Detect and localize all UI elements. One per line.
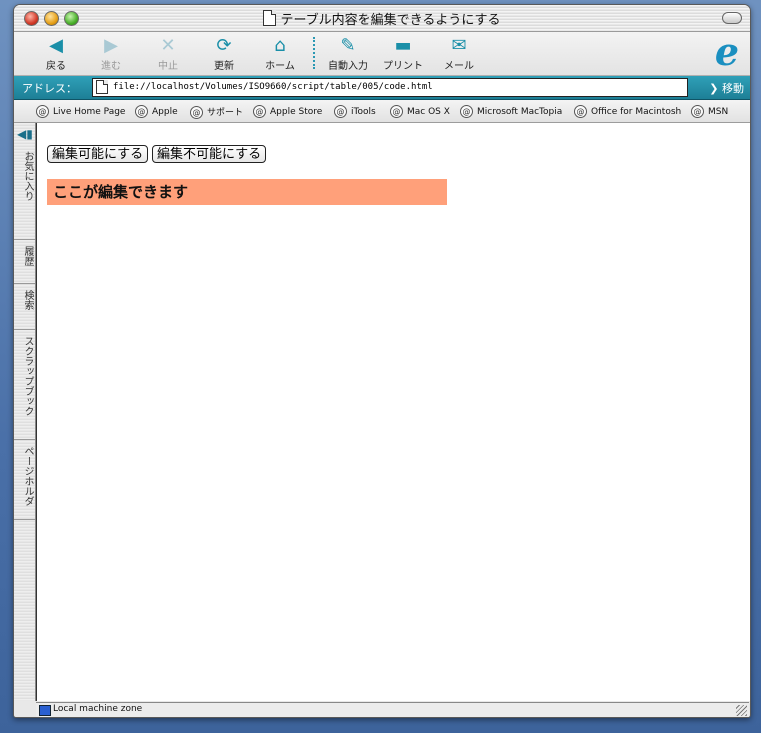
back-button[interactable]: ◀ 戻る — [31, 35, 81, 73]
browser-window: テーブル内容を編集できるようにする ◀ 戻る ▶ 進む ✕ 中止 ⟳ 更新 ⌂ … — [13, 4, 751, 718]
home-icon: ⌂ — [274, 35, 286, 56]
favorite-label: iTools — [351, 107, 376, 117]
home-button[interactable]: ⌂ ホーム — [255, 35, 305, 73]
enable-edit-button[interactable]: 編集可能にする — [47, 145, 149, 163]
favorites-bar: @ Live Home Page @ Apple @ サポート @ Apple Stor… — [14, 100, 750, 123]
back-label: 戻る — [46, 61, 66, 72]
toolbar-separator — [313, 37, 315, 69]
explorer-bar-toggle-icon[interactable]: ◀▮ — [17, 127, 33, 141]
page-document-icon — [96, 80, 108, 94]
favorite-link[interactable]: @ Apple Store — [253, 105, 322, 118]
go-label: 移動 — [722, 82, 744, 95]
at-icon: @ — [190, 106, 203, 119]
tab-search-label: 検索 — [22, 290, 33, 310]
tab-scrapbook[interactable]: スクラップブック — [14, 330, 35, 440]
favorite-link[interactable]: @ Apple — [135, 105, 178, 118]
home-label: ホーム — [265, 61, 295, 72]
resize-grip-icon[interactable] — [736, 705, 747, 716]
address-bar: アドレス： file://localhost/Volumes/ISO9660/s… — [14, 76, 750, 100]
address-url: file://localhost/Volumes/ISO9660/script/… — [113, 82, 433, 92]
favorite-label: Mac OS X — [407, 107, 450, 117]
print-label: プリント — [383, 61, 423, 72]
toolbar: ◀ 戻る ▶ 進む ✕ 中止 ⟳ 更新 ⌂ ホーム ✎ 自動入力 ▬ プリント … — [14, 32, 750, 76]
stop-x-icon: ✕ — [160, 35, 176, 56]
autofill-pen-icon: ✎ — [340, 35, 356, 56]
window-title-wrap: テーブル内容を編集できるようにする — [14, 9, 750, 28]
explorer-bar: ◀▮ お気に入り 履歴 検索 スクラップブック ページホルダ — [14, 123, 36, 701]
refresh-icon: ⟳ — [216, 35, 232, 56]
address-input[interactable]: file://localhost/Volumes/ISO9660/script/… — [92, 78, 688, 97]
stop-label: 中止 — [158, 61, 178, 72]
mail-envelope-icon: ✉ — [451, 35, 467, 56]
favorite-link[interactable]: @ Office for Macintosh — [574, 105, 681, 118]
title-bar[interactable]: テーブル内容を編集できるようにする — [14, 5, 750, 32]
tab-page-holder[interactable]: ページホルダ — [14, 440, 35, 520]
favorite-label: Office for Macintosh — [591, 107, 682, 117]
at-icon: @ — [253, 105, 266, 118]
at-icon: @ — [460, 105, 473, 118]
status-bar: Local machine zone — [36, 702, 749, 717]
collapse-toolbar-button[interactable] — [722, 12, 742, 24]
favorite-link[interactable]: @ iTools — [334, 105, 376, 118]
mail-label: メール — [444, 61, 474, 72]
refresh-button[interactable]: ⟳ 更新 — [199, 35, 249, 73]
back-arrow-icon: ◀ — [49, 35, 63, 56]
go-button[interactable]: ❯ 移動 — [709, 80, 744, 96]
at-icon: @ — [334, 105, 347, 118]
favorite-link[interactable]: @ Microsoft MacTopia — [460, 105, 562, 118]
forward-button[interactable]: ▶ 進む — [86, 35, 136, 73]
autofill-button[interactable]: ✎ 自動入力 — [323, 35, 373, 73]
disable-edit-button[interactable]: 編集不可能にする — [152, 145, 267, 163]
stop-button[interactable]: ✕ 中止 — [143, 35, 193, 73]
tab-scrapbook-label: スクラップブック — [22, 336, 33, 416]
favorite-label: サポート — [207, 108, 244, 118]
forward-label: 進む — [101, 61, 121, 72]
tab-search[interactable]: 検索 — [14, 284, 35, 330]
address-label: アドレス： — [22, 82, 77, 95]
favorite-link[interactable]: @ サポート — [190, 105, 243, 119]
mail-button[interactable]: ✉ メール — [434, 35, 484, 73]
print-button[interactable]: ▬ プリント — [378, 35, 428, 73]
at-icon: @ — [135, 105, 148, 118]
internet-explorer-logo-icon: e — [714, 29, 740, 74]
favorite-label: Apple Store — [270, 107, 323, 117]
at-icon: @ — [691, 105, 704, 118]
window-title: テーブル内容を編集できるようにする — [280, 13, 501, 28]
tab-favorites-label: お気に入り — [22, 151, 33, 201]
at-icon: @ — [390, 105, 403, 118]
favorite-label: Live Home Page — [53, 107, 126, 117]
tab-favorites[interactable]: お気に入り — [14, 145, 35, 240]
printer-icon: ▬ — [394, 35, 412, 56]
autofill-label: 自動入力 — [328, 61, 368, 72]
editable-area[interactable]: ここが編集できます — [47, 179, 447, 205]
favorite-label: Apple — [152, 107, 178, 117]
tab-history[interactable]: 履歴 — [14, 240, 35, 284]
refresh-label: 更新 — [214, 61, 234, 72]
forward-arrow-icon: ▶ — [104, 35, 118, 56]
favorite-link[interactable]: @ Live Home Page — [36, 105, 125, 118]
favorite-link[interactable]: @ Mac OS X — [390, 105, 450, 118]
favorite-link[interactable]: @ MSN — [691, 105, 728, 118]
tab-history-label: 履歴 — [22, 246, 33, 266]
page-content: 編集可能にする 編集不可能にする ここが編集できます — [36, 123, 750, 701]
at-icon: @ — [36, 105, 49, 118]
favorite-label: MSN — [708, 107, 729, 117]
at-icon: @ — [574, 105, 587, 118]
favorite-label: Microsoft MacTopia — [477, 107, 563, 117]
zone-icon — [39, 705, 51, 716]
tab-page-holder-label: ページホルダ — [22, 446, 33, 506]
status-zone-text: Local machine zone — [53, 704, 143, 714]
document-icon — [263, 10, 277, 26]
